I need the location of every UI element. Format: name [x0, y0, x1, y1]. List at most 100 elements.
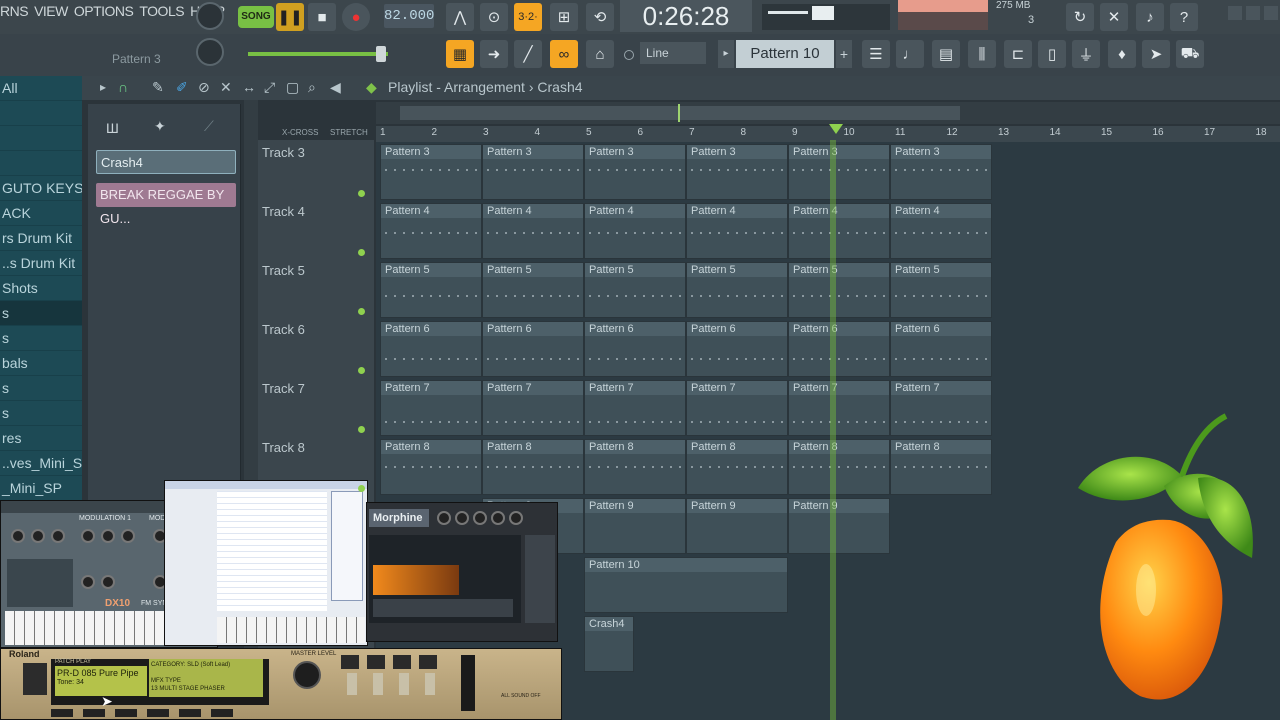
pattern-clip[interactable]: Pattern 7 [380, 380, 482, 436]
pattern-clip[interactable]: Pattern 3 [890, 144, 992, 200]
playlist-scrollbar[interactable] [376, 102, 1280, 124]
export-icon[interactable]: ➤ [1142, 40, 1170, 68]
track-active-led[interactable] [358, 249, 365, 256]
browser-item[interactable]: ..ves_Mini_SP [0, 451, 82, 476]
refresh-icon[interactable]: ↻ [1066, 3, 1094, 31]
stamp-icon[interactable]: ⌂ [586, 40, 614, 68]
morphine-knob[interactable] [491, 511, 505, 525]
browser-item[interactable]: _Mini_SP [0, 476, 82, 501]
slider-handle[interactable] [376, 46, 386, 62]
browser-item[interactable]: s [0, 376, 82, 401]
record-icon[interactable]: ● [342, 3, 370, 31]
pattern-clip[interactable]: Pattern 3 [788, 144, 890, 200]
select-tool-icon[interactable]: ▢ [286, 79, 299, 96]
link-icon[interactable]: ∞ [550, 40, 578, 68]
pattern-clip[interactable]: Pattern 8 [584, 439, 686, 495]
roland-button[interactable] [23, 663, 47, 695]
pencil-icon[interactable]: ╱ [514, 40, 542, 68]
dx10-knob[interactable] [81, 575, 95, 589]
pattern-selector[interactable]: Pattern 10 [736, 40, 834, 68]
mute-tool-icon[interactable]: ✕ [220, 79, 232, 96]
pattern-clip[interactable]: Pattern 4 [380, 203, 482, 259]
pattern-clip[interactable]: Pattern 4 [482, 203, 584, 259]
pattern-clip[interactable]: Pattern 9 [788, 498, 890, 554]
mic-icon[interactable]: ♪ [1136, 3, 1164, 31]
playhead-marker-icon[interactable] [829, 124, 843, 134]
arrow-icon[interactable]: ➜ [480, 40, 508, 68]
pattern-clip[interactable]: Pattern 4 [584, 203, 686, 259]
metronome-icon[interactable]: ⋀ [446, 3, 474, 31]
channel-rack-icon[interactable]: ▤ [932, 40, 960, 68]
track-active-led[interactable] [358, 367, 365, 374]
dx10-knob[interactable] [101, 529, 115, 543]
zoom-tool-icon[interactable]: ⌕ [308, 79, 316, 96]
track-name[interactable]: Track 8 [262, 440, 305, 455]
tempo-display[interactable]: 82.000 [384, 4, 434, 28]
speaker-icon[interactable]: ◀ [330, 79, 341, 96]
pattern-clip[interactable]: Pattern 5 [380, 262, 482, 318]
track-active-led[interactable] [358, 190, 365, 197]
browser-item[interactable] [0, 101, 82, 126]
track-name[interactable]: Track 7 [262, 381, 305, 396]
track-active-led[interactable] [358, 308, 365, 315]
browser-item[interactable]: Shots [0, 276, 82, 301]
plugin-icon[interactable]: ⏚ [1072, 40, 1100, 68]
dx10-knob[interactable] [31, 529, 45, 543]
file-icon[interactable]: ▯ [1038, 40, 1066, 68]
morphine-knob[interactable] [473, 511, 487, 525]
pattern-clip[interactable]: Pattern 7 [584, 380, 686, 436]
slice-tool-icon[interactable]: ⤢ [264, 79, 275, 96]
pattern-clip[interactable]: Pattern 8 [890, 439, 992, 495]
menu-arrow-icon[interactable]: ▸ [100, 80, 106, 94]
minimize-icon[interactable] [1228, 6, 1242, 20]
browser-item[interactable]: bals [0, 351, 82, 376]
sampler-plugin-window[interactable] [164, 480, 368, 646]
blend-notes-icon[interactable]: ⟲ [586, 3, 614, 31]
song-time-display[interactable]: 0:26:28 [620, 0, 752, 32]
browser-item[interactable]: ACK [0, 201, 82, 226]
picker-clip-break[interactable]: BREAK REGGAE BY GU... [96, 183, 236, 226]
browser-item[interactable] [0, 151, 82, 176]
picker-automation-icon[interactable]: ⟋ [204, 118, 214, 135]
picker-clip-crash4[interactable]: Crash4 [96, 150, 236, 174]
step-edit-icon[interactable]: ⊞ [550, 3, 578, 31]
playlist-window-icon[interactable]: ☰ [862, 40, 890, 68]
tools-icon[interactable]: ✕ [1100, 3, 1128, 31]
scrollbar-thumb[interactable] [400, 106, 960, 120]
browser-item[interactable]: s [0, 326, 82, 351]
pattern-clip[interactable]: Pattern 6 [482, 321, 584, 377]
track-name[interactable]: Track 3 [262, 145, 305, 160]
browser-item[interactable]: GUTO KEYS [0, 176, 82, 201]
roland-plugin-window[interactable]: Roland PATCH PLAY PR-D 085 Pure Pipe Ton… [0, 648, 562, 720]
browser-item[interactable]: s [0, 401, 82, 426]
pattern-clip[interactable]: Pattern 3 [380, 144, 482, 200]
morphine-knob[interactable] [455, 511, 469, 525]
browser-item[interactable] [0, 126, 82, 151]
song-mode-button[interactable]: SONG [238, 6, 274, 28]
dx10-knob[interactable] [121, 529, 135, 543]
cart-icon[interactable]: ⛟ [1176, 40, 1204, 68]
menu-options[interactable]: OPTIONS [74, 0, 134, 22]
pattern-clip[interactable]: Pattern 4 [686, 203, 788, 259]
dx10-knob[interactable] [101, 575, 115, 589]
morphine-knob[interactable] [437, 511, 451, 525]
help-icon[interactable]: ? [1170, 3, 1198, 31]
pattern-clip[interactable]: Pattern 6 [584, 321, 686, 377]
track-active-led[interactable] [358, 485, 365, 492]
browser-item[interactable]: res [0, 426, 82, 451]
pattern-clip[interactable]: Pattern 9 [584, 498, 686, 554]
browser-item[interactable]: s [0, 301, 82, 326]
menu-view[interactable]: VIEW [34, 0, 68, 22]
browser-item[interactable]: All [0, 76, 82, 101]
pattern-clip[interactable]: Pattern 5 [482, 262, 584, 318]
pattern-clip[interactable]: Pattern 4 [890, 203, 992, 259]
browser-item[interactable]: ..s Drum Kit [0, 251, 82, 276]
slip-tool-icon[interactable]: ↔ [242, 79, 256, 95]
playlist-icon[interactable]: ▦ [446, 40, 474, 68]
browser-item[interactable]: rs Drum Kit [0, 226, 82, 251]
roland-buttons[interactable] [341, 655, 445, 669]
menu-item[interactable]: RNS [0, 0, 29, 22]
paint-tool-icon[interactable]: ✐ [176, 79, 188, 96]
pattern-clip[interactable]: Pattern 4 [788, 203, 890, 259]
roland-led-buttons[interactable] [347, 673, 439, 695]
